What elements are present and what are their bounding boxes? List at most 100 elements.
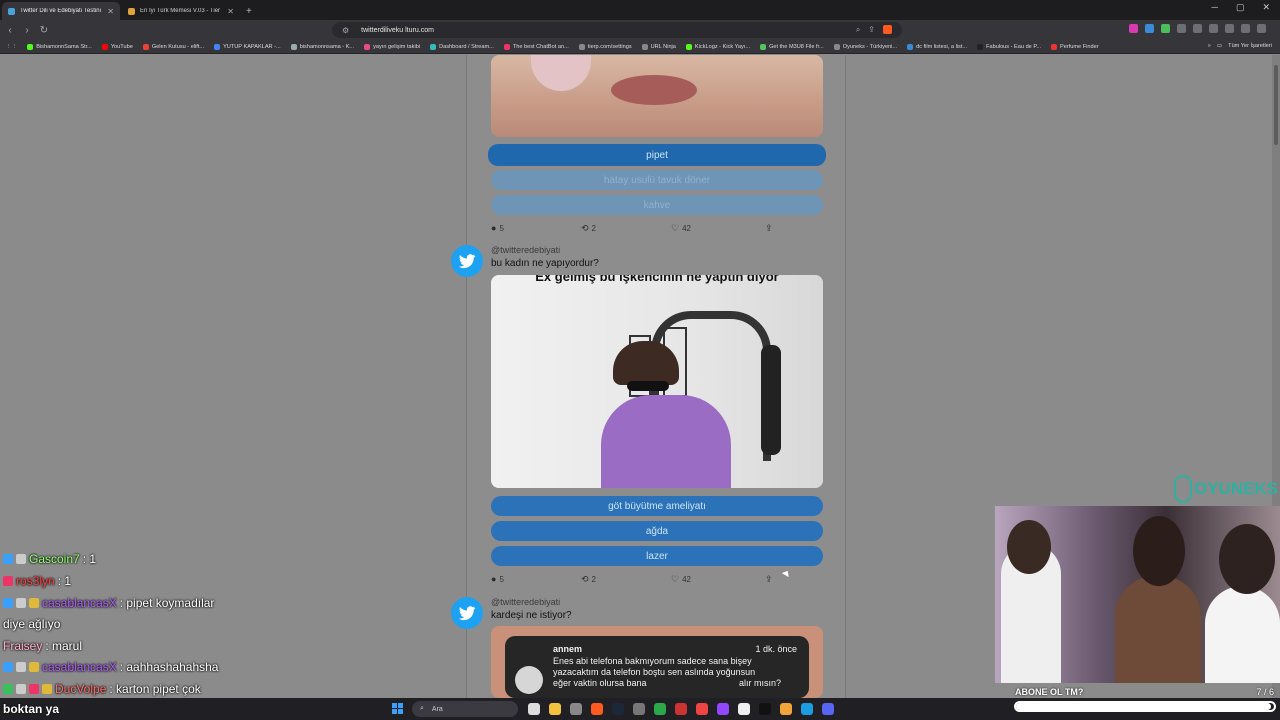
close-icon[interactable]: ✕	[107, 7, 114, 16]
extension-icon[interactable]	[1225, 24, 1234, 33]
bookmark-item[interactable]: Perfume Finder	[1051, 43, 1099, 50]
chat-message: casablancasX: aahhashahahsha	[3, 660, 218, 674]
post3-image[interactable]: annem 1 dk. önce Enes abi telefona bakmı…	[491, 626, 823, 698]
close-window-icon[interactable]: ✕	[1262, 2, 1270, 13]
bookmark-item[interactable]: The best ChatBot an...	[503, 43, 569, 50]
post2-video[interactable]: Ex gelmiş bu işkencinin ne yaptın diyor	[491, 275, 823, 488]
extension-icon[interactable]	[1145, 24, 1154, 33]
zoom-icon[interactable]: ⌕	[856, 25, 860, 35]
bookmark-item[interactable]: KickLogz - Kick Yayı...	[685, 43, 750, 50]
bookmark-item[interactable]: Gelen Kutusu - elift...	[142, 43, 204, 50]
poll-option[interactable]: göt büyütme ameliyatı	[491, 496, 823, 516]
badge-icon	[3, 576, 13, 586]
scrollbar-thumb[interactable]	[1274, 65, 1278, 145]
extension-icon[interactable]	[1193, 24, 1202, 33]
share-button[interactable]: ⇪	[765, 223, 773, 234]
task-view-icon[interactable]	[528, 703, 540, 715]
forward-icon[interactable]: ›	[20, 25, 34, 36]
bookmark-item[interactable]: Fabulous - Eau de P...	[977, 43, 1041, 50]
tab-tier-list[interactable]: En İyi Türk Memesi V.03 - Tier List, Ki.…	[122, 2, 240, 20]
all-bookmarks[interactable]: » ▭ Tüm Yer İşaretleri	[1208, 43, 1272, 49]
bookmark-item[interactable]: YUTUP KAPAKLAR -...	[214, 43, 281, 50]
apps-icon[interactable]: ⋮⋮	[6, 44, 17, 50]
share-icon[interactable]: ⇪	[868, 25, 875, 35]
windows-start-icon[interactable]	[392, 703, 403, 714]
menu-icon[interactable]	[1257, 24, 1266, 33]
bookmark-item[interactable]: BishamonnSama Str...	[27, 43, 92, 50]
chrome-icon[interactable]	[696, 703, 708, 715]
badge-icon	[3, 684, 13, 694]
tab-title: Twitter Dili ve Edebiyatı Testini Y...	[20, 8, 103, 14]
steam-icon[interactable]	[612, 703, 624, 715]
app-icon[interactable]	[675, 703, 687, 715]
person-head-shape	[1219, 524, 1275, 594]
bookmark-item[interactable]: Oyuneks - Türkiyeni...	[833, 43, 897, 50]
retweet-button[interactable]: ⟲ 2	[581, 223, 596, 234]
poll-option[interactable]: hatay usulü tavuk döner	[491, 170, 823, 190]
bookmark-item[interactable]: Dashboard / Stream...	[430, 43, 494, 50]
comment-button[interactable]: ● 5	[491, 223, 504, 233]
brave-shield-icon[interactable]	[883, 25, 892, 34]
person-head-shape	[1007, 520, 1051, 574]
bookmark-item[interactable]: Get the M3U8 File fr...	[760, 43, 824, 50]
goal-bar-fill	[1016, 703, 1272, 710]
oyuneks-logo: OYUNEKS	[1174, 475, 1278, 503]
close-icon[interactable]: ✕	[227, 7, 234, 16]
brave-icon[interactable]	[591, 703, 603, 715]
more-bookmarks-icon[interactable]: »	[1208, 43, 1211, 49]
site-settings-icon[interactable]: ⚙	[342, 26, 349, 35]
bookmark-item[interactable]: dc film listesi, a list...	[907, 43, 967, 50]
post1-video[interactable]	[491, 55, 823, 137]
poll-option[interactable]: lazer	[491, 546, 823, 566]
oyuneks-logo-icon	[1174, 475, 1192, 503]
maximize-icon[interactable]: ▢	[1236, 2, 1245, 13]
bookmark-item[interactable]: tierp.com/settings	[578, 43, 632, 50]
extension-icon[interactable]	[1161, 24, 1170, 33]
new-tab-icon[interactable]: +	[246, 6, 252, 17]
poll-option[interactable]: ağda	[491, 521, 823, 541]
xbox-icon[interactable]	[654, 703, 666, 715]
like-button[interactable]: ♡ 42	[671, 574, 691, 585]
tweet-handle[interactable]: @twitteredebiyati	[491, 245, 560, 255]
avatar[interactable]	[451, 245, 483, 277]
extension-icon[interactable]	[1209, 24, 1218, 33]
extension-icon[interactable]	[1241, 24, 1250, 33]
bookmark-item[interactable]: YouTube	[101, 43, 133, 50]
app-icon[interactable]	[633, 703, 645, 715]
capcut-icon[interactable]	[759, 703, 771, 715]
chat-message: DucVolpe: karton pipet çok	[3, 682, 201, 696]
poll-option[interactable]: kahve	[491, 195, 823, 215]
store-icon[interactable]	[570, 703, 582, 715]
logo-text: OYUNEKS	[1194, 479, 1279, 498]
tab-twitter-test[interactable]: Twitter Dili ve Edebiyatı Testini Y... ✕	[2, 2, 120, 20]
discord-icon[interactable]	[822, 703, 834, 715]
bookmark-item[interactable]: yayın gelişim takibi	[364, 43, 420, 50]
hand-shape	[531, 55, 591, 91]
retweet-icon: ⟲	[581, 223, 589, 233]
webcam-overlay	[995, 506, 1280, 683]
like-button[interactable]: ♡ 42	[671, 223, 691, 234]
edge-icon[interactable]	[801, 703, 813, 715]
back-icon[interactable]: ‹	[3, 25, 17, 36]
avatar[interactable]	[451, 597, 483, 629]
retweet-button[interactable]: ⟲ 2	[581, 574, 596, 585]
bookmark-item[interactable]: bishamonnsama - K...	[290, 43, 354, 50]
notification-line: eğer vaktin olursa bana	[553, 678, 647, 688]
file-explorer-icon[interactable]	[549, 703, 561, 715]
chat-text: : 1	[57, 574, 72, 588]
reload-icon[interactable]: ↻	[37, 25, 51, 36]
bookmark-item[interactable]: URL Ninja	[641, 43, 676, 50]
poll-option[interactable]: pipet	[488, 144, 826, 166]
share-button[interactable]: ⇪	[765, 574, 773, 585]
app-icon[interactable]	[780, 703, 792, 715]
document-icon[interactable]	[738, 703, 750, 715]
address-bar[interactable]: ⚙ twitterdiliveku lturu.com ⌕ ⇪	[332, 22, 902, 38]
comment-button[interactable]: ● 5	[491, 574, 504, 584]
extension-icon[interactable]	[1177, 24, 1186, 33]
notification-line: Enes abi telefona bakmıyorum sadece sana…	[553, 656, 752, 666]
extension-icon[interactable]	[1129, 24, 1138, 33]
tweet-handle[interactable]: @twitteredebiyati	[491, 597, 560, 607]
taskbar-search[interactable]: ⌕ Ara	[412, 701, 518, 717]
twitch-icon[interactable]	[717, 703, 729, 715]
minimize-icon[interactable]: ─	[1212, 2, 1218, 13]
